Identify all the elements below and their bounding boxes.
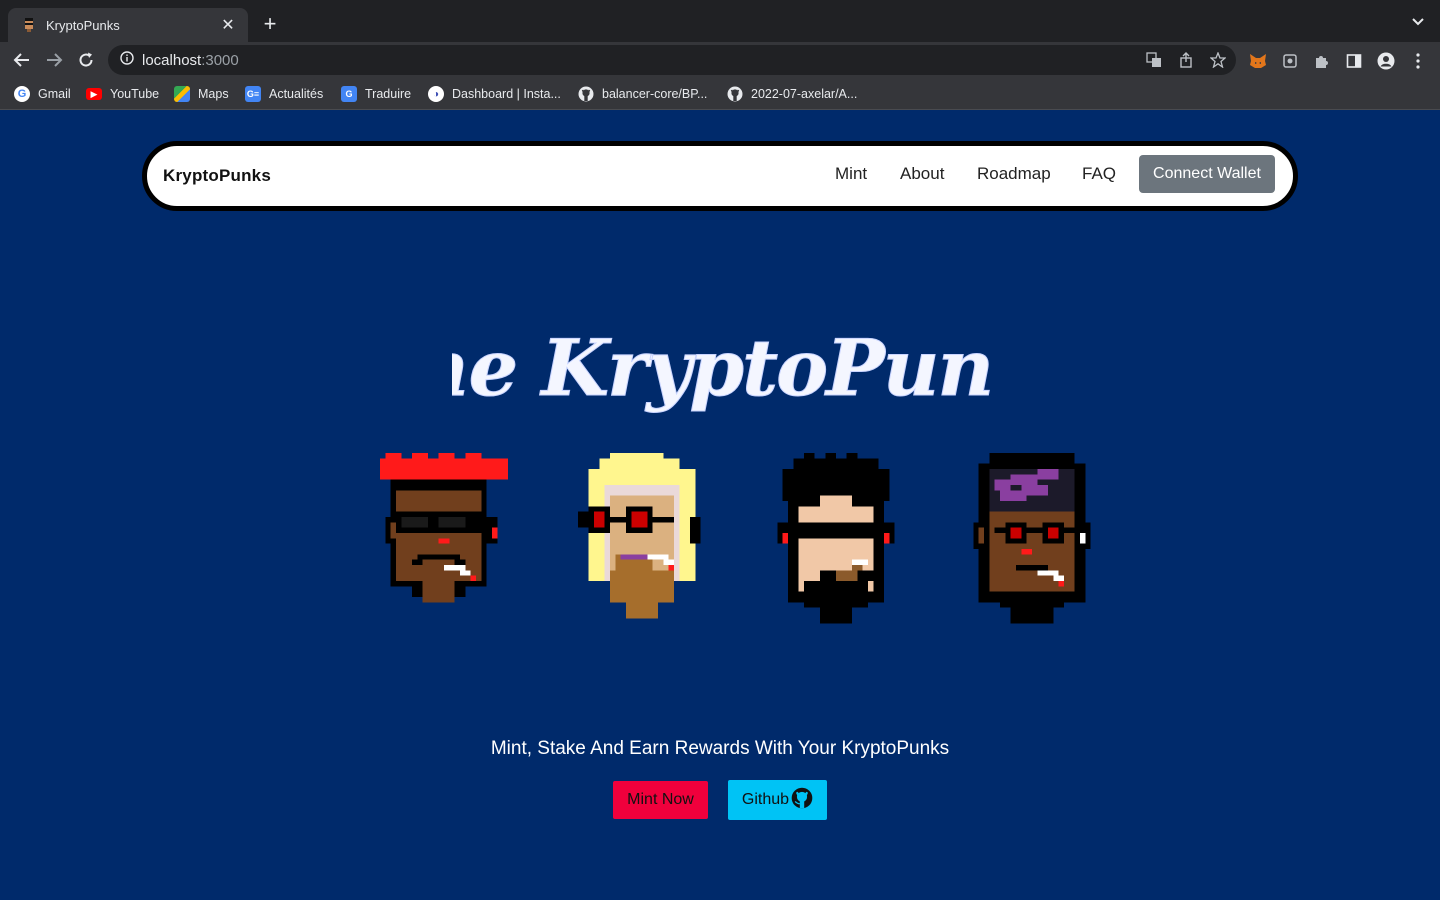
youtube-icon: ▶ [86,88,102,100]
page-content: KryptoPunks Mint About Roadmap FAQ Conne… [0,111,1440,900]
site-navbar: KryptoPunks Mint About Roadmap FAQ Conne… [142,141,1298,211]
share-icon[interactable] [1178,52,1194,68]
news-icon: G≡ [245,86,261,102]
bookmark-star-icon[interactable] [1209,51,1227,69]
bookmark-youtube[interactable]: ▶ YouTube [86,85,159,103]
side-panel-icon[interactable] [1345,52,1363,70]
nav-link-roadmap[interactable]: Roadmap [977,164,1051,184]
punk-red-hair-image [380,453,508,603]
mint-now-button[interactable]: Mint Now [613,781,708,819]
tab-search-chevron-icon[interactable] [1410,14,1426,30]
bookmark-traduire[interactable]: G Traduire [341,85,411,103]
punk-purple-bandana-image [973,453,1091,624]
bookmark-gmail[interactable]: G Gmail [14,85,71,103]
site-info-icon[interactable] [120,50,134,70]
tab-close-icon[interactable]: ✕ [218,15,238,35]
github-icon [578,86,594,102]
punk-favicon-icon [22,18,36,32]
maps-icon [174,86,190,102]
google-icon: G [14,86,30,102]
reload-icon[interactable] [74,48,98,72]
extension-square-icon[interactable] [1281,52,1299,70]
translate-icon: G [341,86,357,102]
github-button[interactable]: Github [728,780,827,820]
github-icon [791,787,813,814]
bookmark-axelar[interactable]: 2022-07-axelar/A... [727,85,857,103]
nav-link-mint[interactable]: Mint [835,164,867,184]
extensions-puzzle-icon[interactable] [1313,52,1331,70]
brand-logo[interactable]: KryptoPunks [163,166,271,186]
browser-toolbar: localhost:3000 [0,42,1440,78]
forward-arrow-icon[interactable] [42,48,66,72]
nav-link-about[interactable]: About [900,164,944,184]
new-tab-icon[interactable]: + [258,12,282,36]
profile-avatar-icon[interactable] [1377,52,1395,70]
url-port: :3000 [201,51,239,69]
translate-page-icon[interactable] [1146,52,1162,68]
hero-title: The KryptoPunks [452,323,992,415]
punk-black-hair-image [777,453,895,624]
github-icon [727,86,743,102]
bookmark-balancer-core[interactable]: balancer-core/BP... [578,85,707,103]
nav-link-faq[interactable]: FAQ [1082,164,1116,184]
browser-tabstrip: KryptoPunks ✕ + [0,0,1440,42]
browser-menu-icon[interactable] [1409,52,1427,70]
bookmarks-bar: G Gmail ▶ YouTube Maps G≡ Actualités G T… [0,78,1440,110]
hero-tagline: Mint, Stake And Earn Rewards With Your K… [490,738,950,759]
connect-wallet-button[interactable]: Connect Wallet [1139,155,1275,193]
url-host: localhost [142,51,202,69]
bookmark-maps[interactable]: Maps [174,85,229,103]
github-button-label: Github [741,791,790,808]
hero-title-text: The KryptoPunks [452,323,992,414]
metamask-fox-icon[interactable] [1249,52,1267,70]
browser-tab[interactable]: KryptoPunks ✕ [8,8,248,42]
back-arrow-icon[interactable] [10,48,34,72]
punk-blonde-hair-image [578,453,701,619]
bookmark-actualites[interactable]: G≡ Actualités [245,85,323,103]
tab-title: KryptoPunks [46,17,120,33]
bookmark-dashboard[interactable]: ◑ Dashboard | Insta... [428,85,561,103]
address-bar[interactable]: localhost:3000 [108,45,1236,75]
dashboard-icon: ◑ [428,86,444,102]
